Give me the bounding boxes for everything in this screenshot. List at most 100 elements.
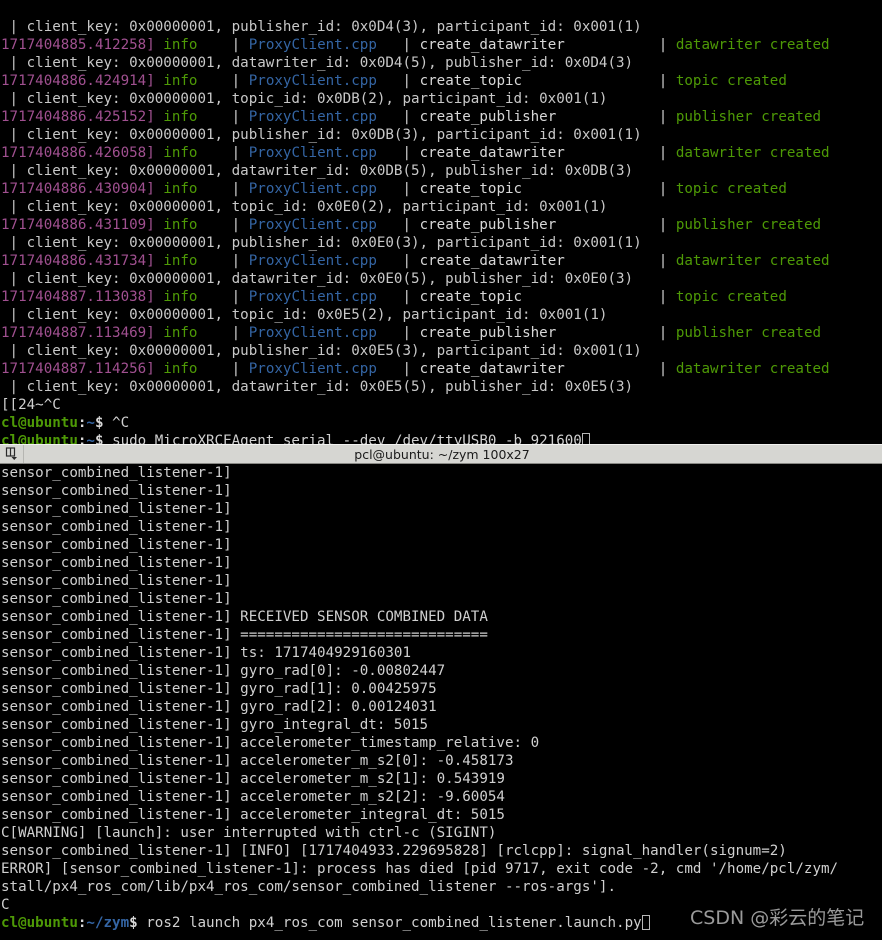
- log-timestamp: 1717404886.424914]: [1, 73, 163, 89]
- ros2-launch-terminal[interactable]: sensor_combined_listener-1]sensor_combin…: [0, 464, 882, 940]
- output-text: C: [1, 897, 10, 913]
- output-line: sensor_combined_listener-1]: [0, 536, 882, 554]
- log-detail-line: | client_key: 0x00000001, publisher_id: …: [0, 234, 882, 252]
- log-separator: |: [402, 325, 419, 341]
- log-detail-line: | client_key: 0x00000001, datawriter_id:…: [0, 162, 882, 180]
- log-level: info: [163, 37, 231, 53]
- log-level: info: [163, 361, 231, 377]
- log-detail-text: | client_key: 0x00000001, topic_id: 0x0E…: [1, 307, 607, 323]
- log-level: info: [163, 181, 231, 197]
- output-line: sensor_combined_listener-1]: [0, 518, 882, 536]
- log-separator: |: [402, 217, 419, 233]
- log-separator: |: [232, 289, 249, 305]
- output-text: sensor_combined_listener-1]: [1, 465, 232, 481]
- log-separator: |: [402, 253, 419, 269]
- log-line: 1717404886.426058] info | ProxyClient.cp…: [0, 144, 882, 162]
- log-message: publisher created: [676, 109, 821, 125]
- output-text: sensor_combined_listener-1] ts: 17174049…: [1, 645, 411, 661]
- output-line: [[24~^C: [0, 396, 882, 414]
- log-detail-line: | client_key: 0x00000001, topic_id: 0x0E…: [0, 198, 882, 216]
- output-line: sensor_combined_listener-1] acceleromete…: [0, 806, 882, 824]
- log-message: datawriter created: [676, 145, 830, 161]
- log-message: datawriter created: [676, 361, 830, 377]
- output-line: sensor_combined_listener-1] ts: 17174049…: [0, 644, 882, 662]
- log-separator: |: [232, 253, 249, 269]
- log-separator: |: [402, 361, 419, 377]
- log-line: 1717404886.431734] info | ProxyClient.cp…: [0, 252, 882, 270]
- log-detail-text: | client_key: 0x00000001, datawriter_id:…: [1, 379, 633, 395]
- log-level: info: [163, 289, 231, 305]
- log-timestamp: 1717404886.426058]: [1, 145, 163, 161]
- output-line: sensor_combined_listener-1] ============…: [0, 626, 882, 644]
- prompt-command: sudo MicroXRCEAgent serial --dev /dev/tt…: [112, 433, 582, 444]
- log-separator: |: [402, 145, 419, 161]
- output-line: sensor_combined_listener-1] gyro_rad[2]:…: [0, 698, 882, 716]
- output-line: C[WARNING] [launch]: user interrupted wi…: [0, 824, 882, 842]
- log-source-file: ProxyClient.cpp: [249, 145, 403, 161]
- log-source-file: ProxyClient.cpp: [249, 109, 403, 125]
- output-text: sensor_combined_listener-1] gyro_rad[0]:…: [1, 663, 445, 679]
- log-timestamp: 1717404885.412258]: [1, 37, 163, 53]
- log-source-file: ProxyClient.cpp: [249, 253, 403, 269]
- output-line: stall/px4_ros_com/lib/px4_ros_com/sensor…: [0, 878, 882, 896]
- prompt-command: ^C: [112, 415, 129, 431]
- log-message: publisher created: [676, 325, 821, 341]
- log-separator: |: [659, 361, 676, 377]
- log-function: create_topic: [420, 73, 659, 89]
- log-separator: |: [402, 37, 419, 53]
- log-level: info: [163, 73, 231, 89]
- log-function: create_datawriter: [420, 253, 659, 269]
- output-line: sensor_combined_listener-1] acceleromete…: [0, 770, 882, 788]
- log-level: info: [163, 253, 231, 269]
- output-line: sensor_combined_listener-1] [INFO] [1717…: [0, 842, 882, 860]
- output-text: ERROR] [sensor_combined_listener-1]: pro…: [1, 861, 838, 877]
- log-source-file: ProxyClient.cpp: [249, 361, 403, 377]
- log-function: create_publisher: [420, 325, 659, 341]
- log-separator: |: [402, 109, 419, 125]
- output-line: sensor_combined_listener-1]: [0, 464, 882, 482]
- log-message: topic created: [676, 289, 787, 305]
- output-line: sensor_combined_listener-1]: [0, 572, 882, 590]
- log-function: create_datawriter: [420, 37, 659, 53]
- log-separator: |: [402, 289, 419, 305]
- log-level: info: [163, 325, 231, 341]
- output-line: sensor_combined_listener-1] gyro_integra…: [0, 716, 882, 734]
- log-message: datawriter created: [676, 37, 830, 53]
- output-text: sensor_combined_listener-1] [INFO] [1717…: [1, 843, 787, 859]
- log-separator: |: [659, 289, 676, 305]
- prompt-user-host: cl@ubuntu: [1, 915, 78, 931]
- log-separator: |: [232, 37, 249, 53]
- micro-xrce-agent-terminal[interactable]: | client_key: 0x00000001, publisher_id: …: [0, 0, 882, 444]
- output-line: sensor_combined_listener-1]: [0, 482, 882, 500]
- log-detail-line: | client_key: 0x00000001, topic_id: 0x0E…: [0, 306, 882, 324]
- output-text: sensor_combined_listener-1] acceleromete…: [1, 807, 505, 823]
- log-detail-line: | client_key: 0x00000001, datawriter_id:…: [0, 54, 882, 72]
- log-timestamp: 1717404887.113038]: [1, 289, 163, 305]
- terminal-cursor: [642, 915, 650, 930]
- output-text: sensor_combined_listener-1] acceleromete…: [1, 789, 505, 805]
- log-separator: |: [402, 181, 419, 197]
- output-line: C: [0, 896, 882, 914]
- log-detail-text: | client_key: 0x00000001, datawriter_id:…: [1, 55, 633, 71]
- log-line: 1717404886.425152] info | ProxyClient.cp…: [0, 108, 882, 126]
- log-message: topic created: [676, 181, 787, 197]
- log-level: info: [163, 145, 231, 161]
- prompt-path: ~: [86, 433, 95, 444]
- output-line: ERROR] [sensor_combined_listener-1]: pro…: [0, 860, 882, 878]
- output-text: sensor_combined_listener-1] gyro_rad[2]:…: [1, 699, 437, 715]
- output-text: sensor_combined_listener-1] RECEIVED SEN…: [1, 609, 488, 625]
- log-detail-text: | client_key: 0x00000001, topic_id: 0x0D…: [1, 91, 607, 107]
- log-separator: |: [659, 325, 676, 341]
- log-separator: |: [659, 217, 676, 233]
- output-text: stall/px4_ros_com/lib/px4_ros_com/sensor…: [1, 879, 616, 895]
- log-source-file: ProxyClient.cpp: [249, 289, 403, 305]
- terminal-cursor: [582, 433, 590, 444]
- output-text: sensor_combined_listener-1] acceleromete…: [1, 771, 505, 787]
- window-menu-icon[interactable]: [1, 445, 24, 463]
- shell-prompt-line: cl@ubuntu:~$ ^C: [0, 414, 882, 432]
- output-line: sensor_combined_listener-1] RECEIVED SEN…: [0, 608, 882, 626]
- window-title-bar[interactable]: pcl@ubuntu: ~/zym 100x27: [0, 444, 882, 464]
- log-separator: |: [232, 217, 249, 233]
- log-separator: |: [232, 109, 249, 125]
- log-separator: |: [659, 181, 676, 197]
